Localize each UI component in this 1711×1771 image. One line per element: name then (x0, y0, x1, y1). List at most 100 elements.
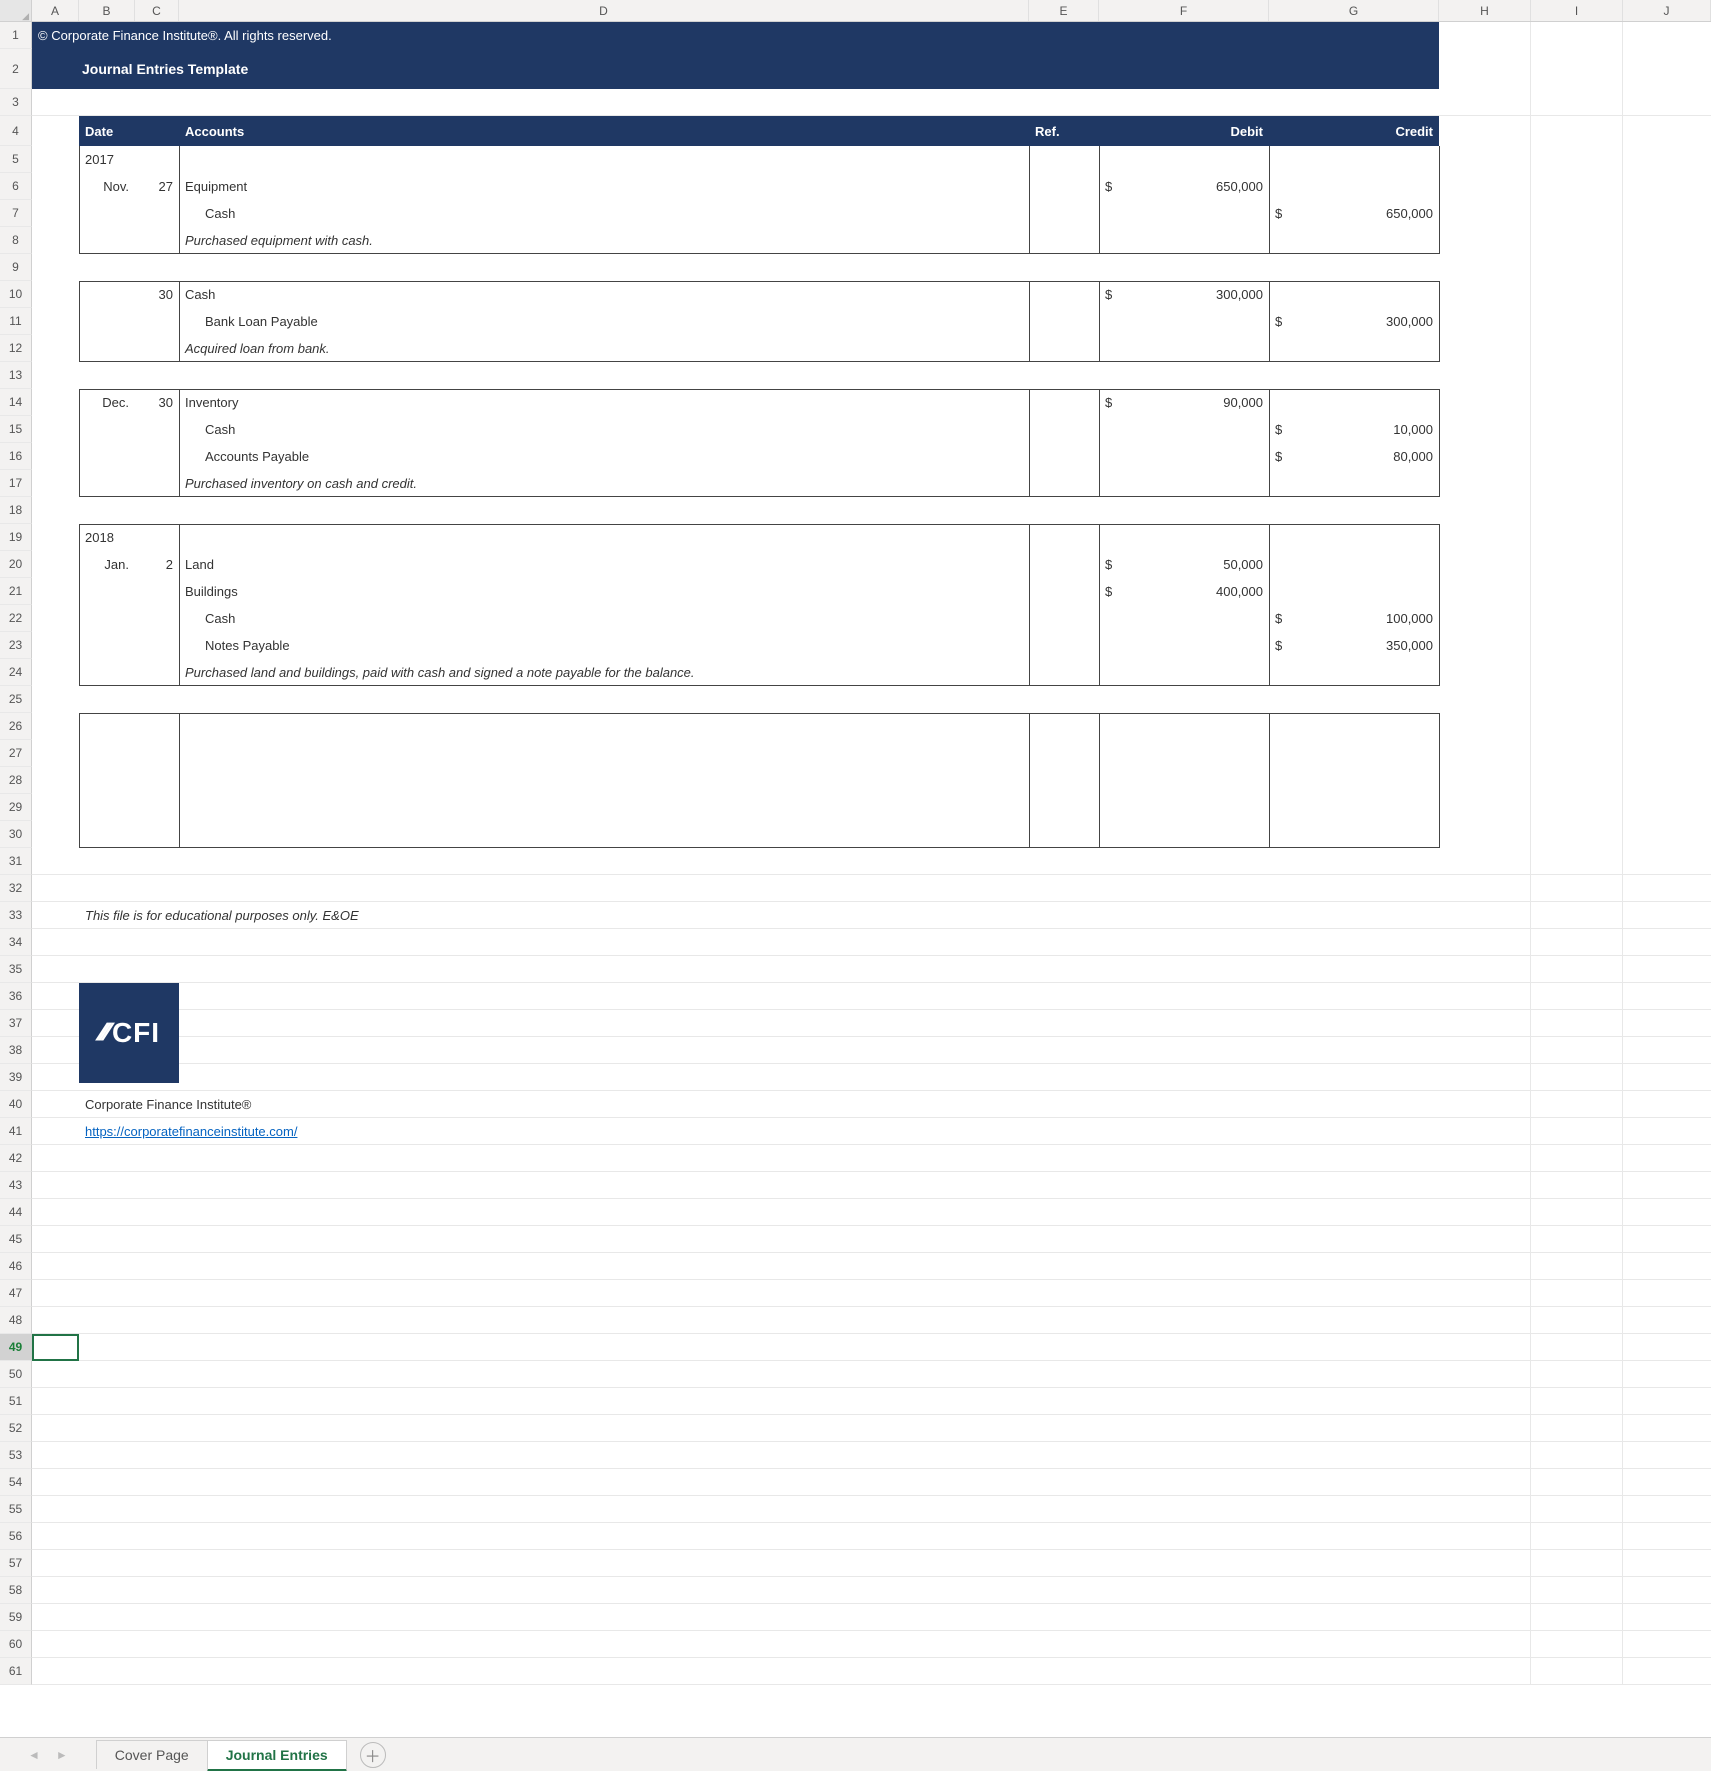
table-row[interactable]: Dec. 30 Inventory $90,000 (32, 389, 1711, 416)
row-header-14[interactable]: 14 (0, 389, 32, 416)
cell-debit[interactable]: $300,000 (1099, 281, 1269, 308)
cell-memo[interactable]: Purchased equipment with cash. (179, 227, 1029, 254)
tab-cover-page[interactable]: Cover Page (96, 1740, 208, 1769)
blank-row[interactable] (32, 1631, 1711, 1658)
blank-row[interactable] (32, 1577, 1711, 1604)
col-header-H[interactable]: H (1439, 0, 1531, 21)
tab-next-icon[interactable]: ► (48, 1748, 76, 1762)
col-header-E[interactable]: E (1029, 0, 1099, 21)
add-sheet-button[interactable]: ＋ (360, 1742, 386, 1768)
cell-account[interactable]: Bank Loan Payable (179, 308, 1029, 335)
table-row[interactable] (32, 740, 1711, 767)
org-url[interactable]: https://corporatefinanceinstitute.com/ (79, 1118, 303, 1144)
table-row[interactable]: Bank Loan Payable $300,000 (32, 308, 1711, 335)
cell-day[interactable]: 30 (135, 281, 179, 308)
cell-debit[interactable]: $650,000 (1099, 173, 1269, 200)
table-row[interactable]: Cash $10,000 (32, 416, 1711, 443)
row-header-61[interactable]: 61 (0, 1658, 32, 1685)
table-row[interactable]: Cash $650,000 (32, 200, 1711, 227)
cell-account[interactable]: Cash (179, 200, 1029, 227)
row-header-16[interactable]: 16 (0, 443, 32, 470)
row-header-1[interactable]: 1 (0, 22, 32, 49)
col-header-I[interactable]: I (1531, 0, 1623, 21)
row-header-58[interactable]: 58 (0, 1577, 32, 1604)
blank-row[interactable] (32, 1307, 1711, 1334)
cell-account[interactable]: Inventory (179, 389, 1029, 416)
row-header-52[interactable]: 52 (0, 1415, 32, 1442)
row-header-20[interactable]: 20 (0, 551, 32, 578)
cell-month[interactable]: Jan. (79, 551, 135, 578)
table-row[interactable] (32, 713, 1711, 740)
blank-row[interactable] (32, 1199, 1711, 1226)
cell-memo[interactable]: Purchased land and buildings, paid with … (179, 659, 1029, 686)
blank-row[interactable] (32, 1442, 1711, 1469)
row-header-46[interactable]: 46 (0, 1253, 32, 1280)
row-header-30[interactable]: 30 (0, 821, 32, 848)
row-header-28[interactable]: 28 (0, 767, 32, 794)
cell-account[interactable]: Cash (179, 605, 1029, 632)
table-row[interactable] (32, 794, 1711, 821)
blank-row[interactable] (32, 1604, 1711, 1631)
row-header-54[interactable]: 54 (0, 1469, 32, 1496)
row-header-23[interactable]: 23 (0, 632, 32, 659)
row-header-56[interactable]: 56 (0, 1523, 32, 1550)
blank-row[interactable] (32, 1145, 1711, 1172)
cell-debit[interactable]: $90,000 (1099, 389, 1269, 416)
table-row[interactable]: Cash $100,000 (32, 605, 1711, 632)
row-header-18[interactable]: 18 (0, 497, 32, 524)
tab-prev-icon[interactable]: ◄ (20, 1748, 48, 1762)
row-header-51[interactable]: 51 (0, 1388, 32, 1415)
row-header-29[interactable]: 29 (0, 794, 32, 821)
col-header-B[interactable]: B (79, 0, 135, 21)
table-row[interactable]: 2017 (32, 146, 1711, 173)
table-row[interactable] (32, 821, 1711, 848)
row-header-3[interactable]: 3 (0, 89, 32, 116)
row-header-40[interactable]: 40 (0, 1091, 32, 1118)
cell-account[interactable]: Notes Payable (179, 632, 1029, 659)
cell-year[interactable]: 2017 (79, 146, 135, 173)
grid-body[interactable]: © Corporate Finance Institute®. All righ… (32, 22, 1711, 1685)
blank-row[interactable] (32, 1253, 1711, 1280)
row-header-13[interactable]: 13 (0, 362, 32, 389)
row-header-35[interactable]: 35 (0, 956, 32, 983)
row-header-24[interactable]: 24 (0, 659, 32, 686)
cell-day[interactable]: 2 (135, 551, 179, 578)
table-row[interactable]: 30 Cash $300,000 (32, 281, 1711, 308)
row-header-32[interactable]: 32 (0, 875, 32, 902)
row-header-57[interactable]: 57 (0, 1550, 32, 1577)
row-header-39[interactable]: 39 (0, 1064, 32, 1091)
cell-month[interactable]: Dec. (79, 389, 135, 416)
blank-row[interactable] (32, 1361, 1711, 1388)
table-row[interactable]: 2018 (32, 524, 1711, 551)
row-header-55[interactable]: 55 (0, 1496, 32, 1523)
cell-memo[interactable]: Acquired loan from bank. (179, 335, 1029, 362)
blank-row[interactable] (32, 1658, 1711, 1685)
row-header-33[interactable]: 33 (0, 902, 32, 929)
row-header-5[interactable]: 5 (0, 146, 32, 173)
blank-row[interactable] (32, 1550, 1711, 1577)
org-link[interactable]: https://corporatefinanceinstitute.com/ (85, 1124, 297, 1139)
row-header-42[interactable]: 42 (0, 1145, 32, 1172)
row-header-7[interactable]: 7 (0, 200, 32, 227)
row-header-2[interactable]: 2 (0, 49, 32, 89)
row-header-37[interactable]: 37 (0, 1010, 32, 1037)
cell-account[interactable]: Cash (179, 416, 1029, 443)
cell-credit[interactable]: $100,000 (1269, 605, 1439, 632)
row-header-49[interactable]: 49 (0, 1334, 32, 1361)
row-header-27[interactable]: 27 (0, 740, 32, 767)
row-header-26[interactable]: 26 (0, 713, 32, 740)
table-row[interactable]: Purchased inventory on cash and credit. (32, 470, 1711, 497)
row-header-4[interactable]: 4 (0, 116, 32, 146)
table-row[interactable]: Notes Payable $350,000 (32, 632, 1711, 659)
cell-day[interactable]: 30 (135, 389, 179, 416)
table-row[interactable]: Purchased equipment with cash. (32, 227, 1711, 254)
row-header-38[interactable]: 38 (0, 1037, 32, 1064)
select-all-corner[interactable] (0, 0, 32, 21)
cell-credit[interactable]: $300,000 (1269, 308, 1439, 335)
row-header-31[interactable]: 31 (0, 848, 32, 875)
cell-account[interactable]: Buildings (179, 578, 1029, 605)
table-row[interactable]: Jan. 2 Land $50,000 (32, 551, 1711, 578)
row-header-34[interactable]: 34 (0, 929, 32, 956)
row-header-25[interactable]: 25 (0, 686, 32, 713)
col-header-F[interactable]: F (1099, 0, 1269, 21)
